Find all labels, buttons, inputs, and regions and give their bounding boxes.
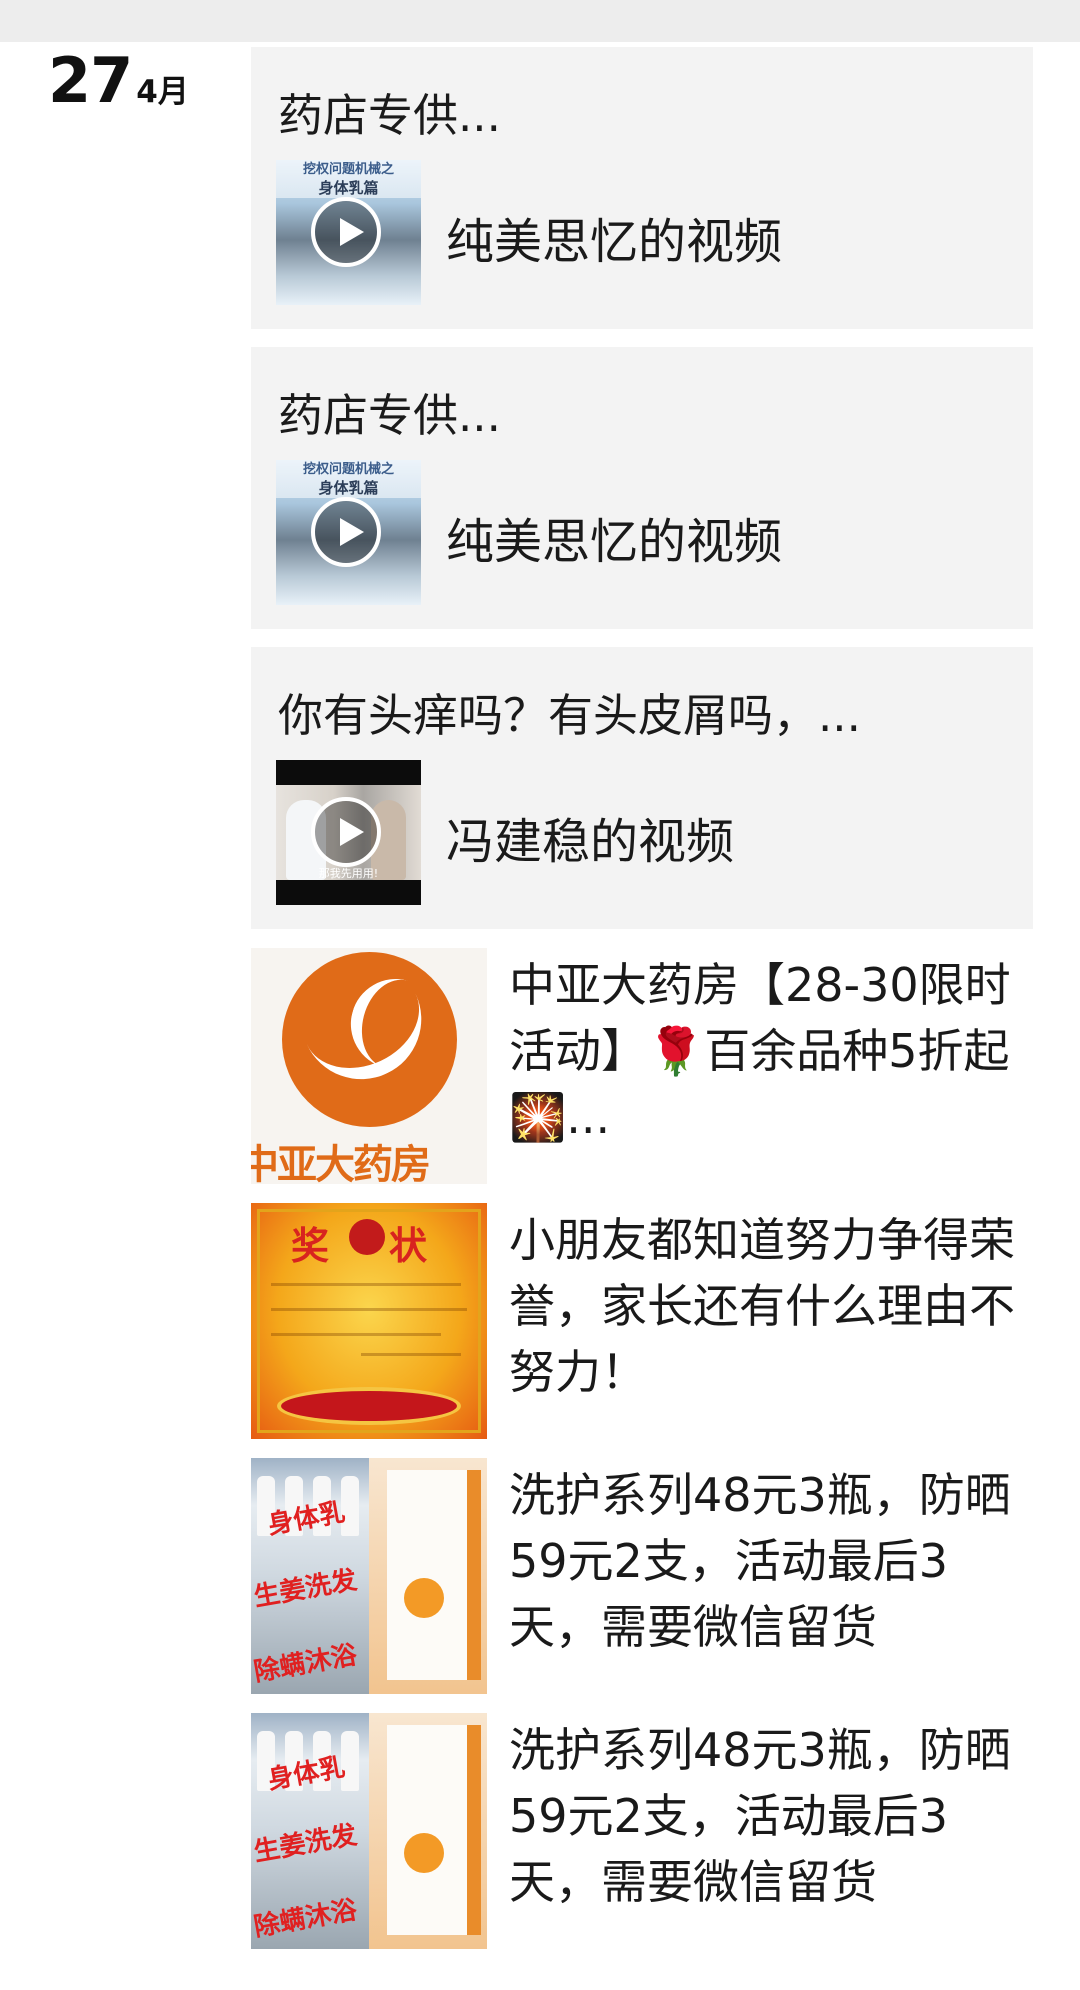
article-item[interactable]: 身体乳 生姜洗发 除螨沐浴 洗护系列48元3瓶，防晒59元2支，活动最后3天，需… bbox=[251, 1713, 1033, 1949]
article-thumbnail: 中亚大药房 bbox=[251, 948, 487, 1184]
article-item[interactable]: 中亚大药房 中亚大药房【28-30限时活动】🌹百余品种5折起🎇... bbox=[251, 948, 1033, 1184]
article-title: 小朋友都知道努力争得荣誉，家长还有什么理由不努力！ bbox=[509, 1213, 1015, 1399]
date-month: 4月 bbox=[136, 74, 189, 110]
article-title: 中亚大药房【28-30限时活动】🌹百余品种5折起🎇... bbox=[509, 958, 1011, 1144]
video-card-title: 你有头痒吗？有头皮屑吗，... bbox=[278, 689, 861, 742]
video-name: 纯美思忆的视频 bbox=[446, 514, 783, 570]
video-card-title: 药店专供... bbox=[278, 389, 501, 442]
product-promo-image: 身体乳 生姜洗发 除螨沐浴 bbox=[251, 1713, 487, 1949]
thumbnail-subtitle: 那我先用用! bbox=[318, 867, 379, 880]
pharmacy-logo: 中亚大药房 bbox=[251, 948, 487, 1184]
date-day: 27 bbox=[48, 44, 133, 117]
play-icon[interactable] bbox=[311, 197, 381, 267]
video-share-card[interactable]: 你有头痒吗？有头皮屑吗，... 那我先用用! 冯建稳的视频 bbox=[251, 647, 1033, 929]
video-name: 纯美思忆的视频 bbox=[446, 214, 783, 270]
product-promo-image: 身体乳 生姜洗发 除螨沐浴 bbox=[251, 1458, 487, 1694]
video-thumbnail[interactable]: 那我先用用! bbox=[276, 760, 421, 905]
video-share-card[interactable]: 药店专供... 挖权问题机械之 身体乳篇 纯美思忆的视频 bbox=[251, 347, 1033, 629]
thumbnail-caption: 挖权问题机械之 身体乳篇 bbox=[276, 160, 421, 198]
video-thumbnail[interactable]: 挖权问题机械之 身体乳篇 bbox=[276, 460, 421, 605]
video-card-title: 药店专供... bbox=[278, 89, 501, 142]
thumbnail-caption: 挖权问题机械之 身体乳篇 bbox=[276, 460, 421, 498]
post-date: 27 4月 bbox=[48, 50, 189, 120]
video-name: 冯建稳的视频 bbox=[446, 814, 735, 870]
play-icon[interactable] bbox=[311, 797, 381, 867]
article-thumbnail: 身体乳 生姜洗发 除螨沐浴 bbox=[251, 1458, 487, 1694]
article-thumbnail: 奖状 bbox=[251, 1203, 487, 1439]
award-certificate-image: 奖状 bbox=[251, 1203, 487, 1439]
top-strip bbox=[0, 0, 1080, 42]
article-title: 洗护系列48元3瓶，防晒59元2支，活动最后3天，需要微信留货 bbox=[509, 1468, 1011, 1654]
logo-text: 中亚大药房 bbox=[251, 1142, 431, 1184]
certificate-heading: 奖状 bbox=[291, 1224, 487, 1268]
article-item[interactable]: 身体乳 生姜洗发 除螨沐浴 洗护系列48元3瓶，防晒59元2支，活动最后3天，需… bbox=[251, 1458, 1033, 1694]
article-item[interactable]: 奖状 小朋友都知道努力争得荣誉，家长还有什么理由不努力！ bbox=[251, 1203, 1033, 1439]
video-thumbnail[interactable]: 挖权问题机械之 身体乳篇 bbox=[276, 160, 421, 305]
article-thumbnail: 身体乳 生姜洗发 除螨沐浴 bbox=[251, 1713, 487, 1949]
video-share-card[interactable]: 药店专供... 挖权问题机械之 身体乳篇 纯美思忆的视频 bbox=[251, 47, 1033, 329]
article-title: 洗护系列48元3瓶，防晒59元2支，活动最后3天，需要微信留货 bbox=[509, 1723, 1011, 1909]
play-icon[interactable] bbox=[311, 497, 381, 567]
